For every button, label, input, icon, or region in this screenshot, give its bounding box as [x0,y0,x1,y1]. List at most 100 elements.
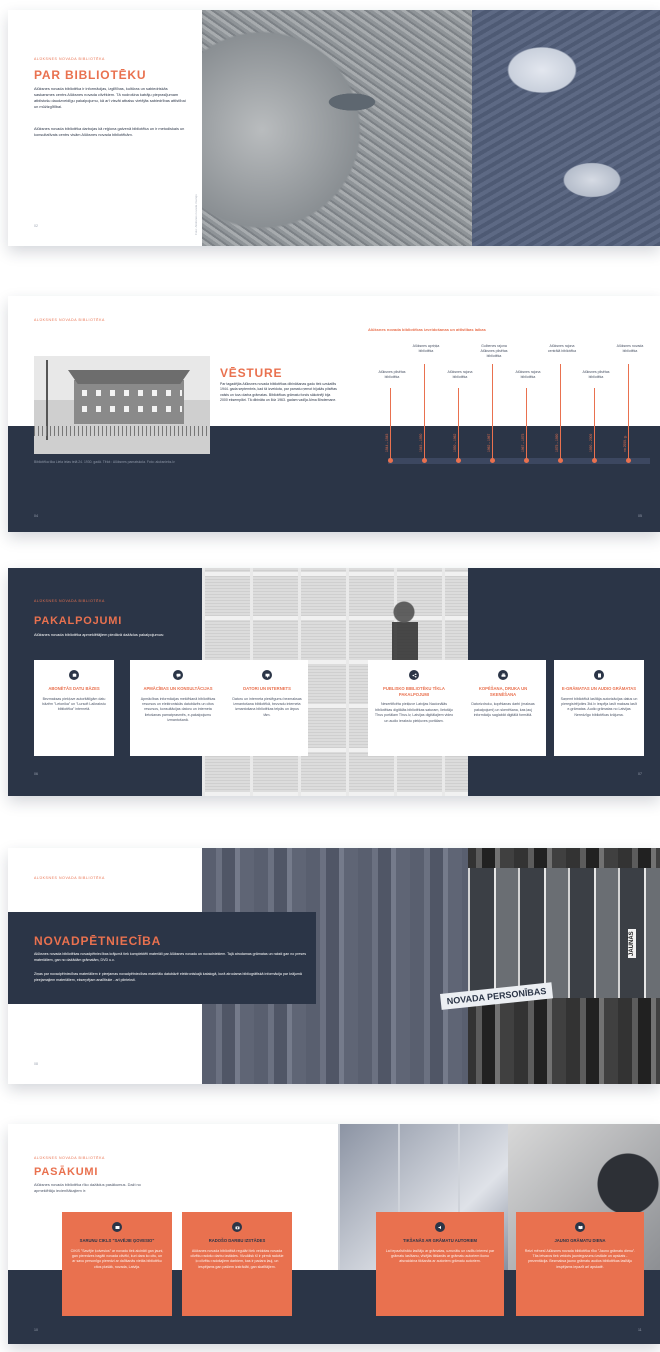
photo-caption-vertical: Foto: Alūksnes novada muzejs [194,194,198,235]
page-number: 11 [638,1328,642,1332]
service-card[interactable]: E-GRĀMATAS UN AUDIO GRĀMATAS Saņemt bibl… [554,660,644,756]
aerial-photo-tinted [472,10,660,246]
section-eyebrow: ALŪKSNES NOVADA BIBLIOTĒKA [34,318,105,322]
timeline-dot[interactable] [524,458,529,463]
spread-services: ALŪKSNES NOVADA BIBLIOTĒKA PAKALPOJUMI A… [8,568,660,796]
database-icon [69,670,79,680]
section-eyebrow: ALŪKSNES NOVADA BIBLIOTĒKA [34,876,105,880]
chat-icon [173,670,183,680]
spread-history: ALŪKSNES NOVADA BIBLIOTĒKA Bibliotēka ti… [8,296,660,532]
timeline-label: Alūksnes pilsētas bibliotēka [378,370,406,379]
page-title: PAKALPOJUMI [34,615,123,627]
services-intro: Alūksnes novada bibliotēka apmeklētājiem… [34,632,164,637]
event-card[interactable]: SARUNU CIKLS "SAVĒJIE ĢOVESIO" CIKlS "Sa… [62,1212,172,1316]
timeline-dot[interactable] [592,458,597,463]
page-title: VĒSTURE [220,366,283,380]
event-card[interactable]: TIKŠANĀS AR GRĀMATU AUTORIEM Lai iepazīs… [376,1212,504,1316]
camera-icon [232,1222,242,1232]
service-desc: Nesertificēta piekļuve Latvijas Nacionāl… [374,702,454,723]
section-eyebrow: ALŪKSNES NOVADA BIBLIOTĒKA [34,599,105,603]
service-card[interactable]: ABONĒTĀS DATU BĀZES Bezmaksas piekļuve a… [34,660,114,756]
spread-events: ALŪKSNES NOVADA BIBLIOTĒKA PASĀKUMI Alūk… [8,1124,660,1344]
text-panel: NOVADPĒTNIECĪBA Alūksnes novada bibliotē… [8,912,316,1004]
collection-paragraph: Alūksnes novada bibliotēkas novadpētniec… [34,952,307,962]
timeline-title: Alūksnes novada bibliotēkas izveidošanas… [368,327,486,332]
event-title: JAUNO GRĀMATU DIENA [554,1238,606,1243]
section-eyebrow: ALŪKSNES NOVADA BIBLIOTĒKA [34,1156,105,1160]
timeline-track [388,458,650,464]
service-card[interactable]: PUBLISKO BIBLIOTĒKU TĪKLA PAKALPOJUMI Ne… [368,660,460,756]
page-number: 02 [34,224,38,228]
timeline-stem [526,388,527,460]
timeline-dot[interactable] [422,458,427,463]
page-number: 06 [34,772,38,776]
timeline-stem [458,388,459,460]
photo-caption: Bibliotēka tika Liela ielas telā 24. 193… [34,460,175,464]
database-paragraph: Ziņas par novadpētniecības materiāliem i… [34,972,302,982]
timeline-stem [594,388,595,460]
book-icon [594,670,604,680]
page-title: NOVADPĒTNIECĪBA [34,934,162,948]
timeline-year: 1945 – 1950 [419,433,423,452]
service-card[interactable]: DATORI UN INTERNETS Datoru un interneta … [226,660,308,756]
timeline-year: 1962 – 1967 [487,433,491,452]
book-open-icon [575,1222,585,1232]
historic-photo [34,356,210,454]
monitor-icon [262,670,272,680]
timeline-year: 1950 – 1962 [453,433,457,452]
events-intro: Alūksnes novada bibliotēka rīko dažādus … [34,1182,141,1194]
timeline-year: 1967 – 1975 [521,433,525,452]
event-desc: Lai iepazīstinātu lasītāju ar grāmatas, … [385,1248,495,1264]
event-desc: Alūksnes novada bibliotēkā regulāri tiek… [190,1248,284,1269]
speaker-icon [435,1222,445,1232]
page-number: 07 [638,772,642,776]
timeline-label: Alūksnes apriņķa bibliotēka [412,344,440,353]
spread-about: ALŪKSNES NOVADA BIBLIOTĒKA PAR BIBLIOTĒK… [8,10,660,246]
event-desc: Reizi mēnesī Alūksnes novada bibliotēka … [524,1248,636,1269]
timeline-dot[interactable] [626,458,631,463]
timeline-dot[interactable] [456,458,461,463]
timeline-label: Gulbenes rajona Alūksnes pilsētas biblio… [480,344,508,358]
history-paragraph: Par tagadējās Alūksnes novada bibliotēka… [220,382,337,403]
timeline-dot[interactable] [388,458,393,463]
page-number: 04 [34,514,38,518]
service-title: ABONĒTĀS DATU BĀZES [48,686,100,691]
timeline: Alūksnes pilsētas bibliotēka 1944 – 1945 A… [368,340,660,500]
timeline-label: Alūksnes pilsētas bibliotēka [582,370,610,379]
printer-icon [498,670,508,680]
section-eyebrow: ALŪKSNES NOVADA BIBLIOTĒKA [34,57,105,61]
event-title: RADOŠO DARBU IZSTĀDES [208,1238,266,1243]
timeline-stem [390,388,391,460]
event-title: SARUNU CIKLS "SAVĒJIE ĢOVESIO" [79,1238,155,1243]
aerial-photo [202,10,472,246]
page-number: 10 [34,1328,38,1332]
timeline-year: 1975 – 1990 [555,433,559,452]
timeline-stem [560,364,561,460]
service-desc: Bezmaksas piekļuve autoritātīgām datu bā… [42,696,106,712]
timeline-stem [424,364,425,460]
service-title: DATORI UN INTERNETS [243,686,291,691]
event-card[interactable]: RADOŠO DARBU IZSTĀDES Alūksnes novada bi… [182,1212,292,1316]
service-card[interactable]: APMĀCĪBAS UN KONSULTĀCIJAS Apmācības inf… [130,660,226,756]
role-paragraph: Alūksnes novada bibliotēka darbojas kā r… [34,126,185,138]
page-number: 08 [34,1062,38,1066]
page-title: PAR BIBLIOTĒKU [34,68,147,82]
page-title: PASĀKUMI [34,1166,99,1178]
event-title: TIKŠANĀS AR GRĀMATU AUTORIEM [403,1238,477,1243]
service-title: KOPĒŠANA, DRUKA UN SKENĒŠANA [478,686,528,697]
service-title: E-GRĀMATAS UN AUDIO GRĀMATAS [561,686,637,691]
timeline-year: 1944 – 1945 [385,433,389,452]
timeline-stem [628,364,629,460]
timeline-stem [492,364,493,460]
share-icon [409,670,419,680]
service-desc: Apmācības informācijas meklēšanā bibliot… [140,696,216,723]
timeline-dot[interactable] [558,458,563,463]
intro-paragraph: Alūksnes novada bibliotēka ir informācij… [34,86,186,110]
timeline-year: 1990 – 2009 [589,433,593,452]
page-number: 05 [638,514,642,518]
timeline-dot[interactable] [490,458,495,463]
event-card[interactable]: JAUNO GRĀMATU DIENA Reizi mēnesī Alūksne… [516,1212,644,1316]
film-icon [112,1222,122,1232]
spread-local-history: JAUNĀS NOVADA PERSONĪBAS ALŪKSNES NOVADA… [8,848,660,1084]
service-card[interactable]: KOPĒŠANA, DRUKA UN SKENĒŠANA Datorizdruk… [460,660,546,756]
